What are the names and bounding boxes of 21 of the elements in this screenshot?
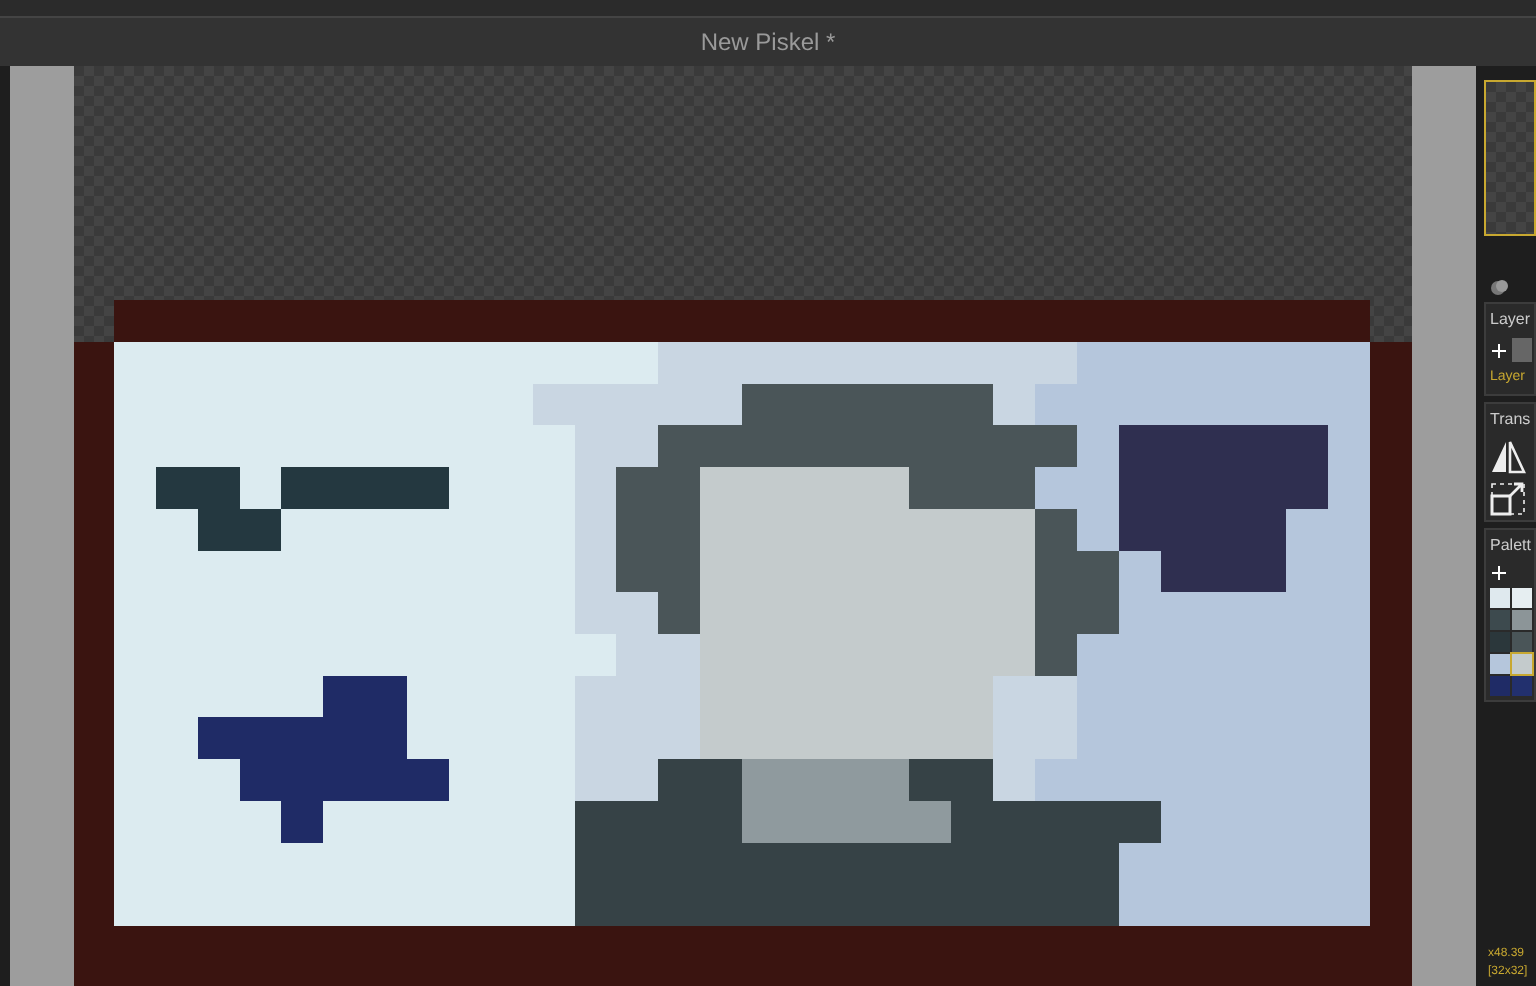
panel-title: Palett — [1490, 533, 1533, 557]
panel-title: Trans — [1490, 407, 1533, 431]
add-color-button[interactable] — [1490, 563, 1508, 581]
plus-icon — [1492, 565, 1506, 579]
window-title: New Piskel * — [700, 26, 836, 60]
resize-icon[interactable] — [1490, 481, 1526, 515]
color-swatch[interactable] — [1490, 587, 1510, 607]
color-swatch[interactable] — [1512, 609, 1532, 629]
color-swatch[interactable] — [1512, 675, 1532, 695]
color-swatch[interactable] — [1490, 653, 1510, 673]
panel-title: Layer — [1490, 308, 1533, 332]
color-swatch[interactable] — [1512, 587, 1532, 607]
color-swatch[interactable] — [1512, 631, 1532, 651]
flip-icon[interactable] — [1490, 439, 1526, 473]
color-swatch[interactable] — [1490, 675, 1510, 695]
plus-icon — [1492, 343, 1506, 357]
add-layer-button[interactable] — [1490, 340, 1508, 360]
color-swatch[interactable] — [1490, 609, 1510, 629]
color-swatch[interactable] — [1490, 631, 1510, 651]
color-swatch[interactable] — [1512, 653, 1532, 673]
onion-skin-icon[interactable] — [1490, 278, 1510, 296]
